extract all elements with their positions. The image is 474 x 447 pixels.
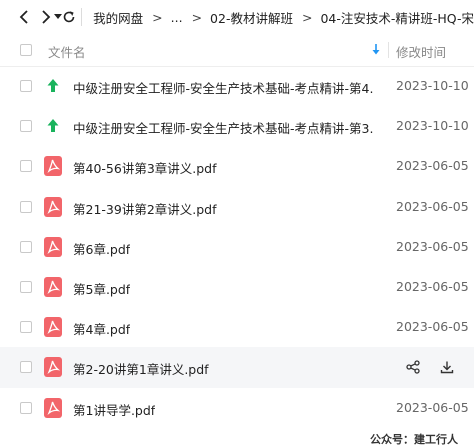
breadcrumb-separator: > (301, 9, 313, 25)
file-row[interactable]: 中级注册安全工程师-安全生产技术基础-考点精讲-第4... 2023-10-10… (0, 66, 474, 106)
forward-button[interactable] (39, 0, 53, 34)
file-name[interactable]: 中级注册安全工程师-安全生产技术基础-考点精讲-第4... (73, 78, 373, 97)
file-list: 中级注册安全工程师-安全生产技术基础-考点精讲-第4... 2023-10-10… (0, 66, 474, 428)
pdf-icon (44, 276, 62, 297)
file-name[interactable]: 第6章.pdf (73, 239, 130, 258)
pdf-icon (44, 196, 62, 217)
file-modified-date: 2023-10-10 16 (396, 78, 474, 93)
history-dropdown[interactable] (53, 0, 62, 34)
file-name[interactable]: 第5章.pdf (73, 279, 130, 298)
column-divider[interactable] (388, 42, 389, 58)
back-button[interactable] (14, 0, 33, 34)
pdf-icon (44, 317, 62, 338)
row-checkbox[interactable] (20, 401, 32, 414)
caret-down-icon (53, 14, 62, 19)
refresh-icon (64, 11, 75, 23)
row-checkbox[interactable] (20, 200, 32, 213)
sort-arrow-icon[interactable] (372, 43, 380, 58)
row-checkbox[interactable] (20, 280, 32, 293)
file-row[interactable]: 中级注册安全工程师-安全生产技术基础-考点精讲-第3... 2023-10-10… (0, 106, 474, 146)
row-checkbox[interactable] (20, 240, 32, 253)
file-row[interactable]: 第5章.pdf 2023-06-05 1 (0, 267, 474, 307)
watermark-text: 公众号：建工行人 (370, 433, 458, 446)
pdf-icon (44, 156, 62, 177)
file-row[interactable]: 第21-39讲第2章讲义.pdf 2023-06-05 1 (0, 187, 474, 227)
upload-arrow-icon (44, 76, 62, 96)
navigation-toolbar: 我的网盘 > ... > 02-教材讲解班 > 04-注安技术-精讲班-HQ-宋 (0, 0, 474, 34)
file-name[interactable]: 第4章.pdf (73, 319, 130, 338)
breadcrumb-item-ellipsis[interactable]: ... (171, 10, 183, 25)
column-header-modified[interactable]: 修改时间 (396, 42, 446, 61)
select-all-checkbox[interactable] (20, 44, 32, 56)
file-modified-date: 2023-06-05 1 (396, 278, 474, 294)
pdf-icon (44, 357, 62, 378)
refresh-button[interactable] (62, 0, 76, 34)
file-modified-date: 2023-06-05 1 (396, 158, 474, 174)
file-row-hovered[interactable]: 第2-20讲第1章讲义.pdf (0, 347, 474, 388)
pdf-icon (44, 397, 62, 418)
breadcrumb-item-current[interactable]: 04-注安技术-精讲班-HQ-宋 (320, 8, 474, 27)
row-checkbox[interactable] (20, 80, 32, 92)
file-modified-date: 2023-06-05 1 (396, 238, 474, 254)
upload-arrow-icon (44, 116, 62, 136)
file-list-header: 文件名 修改时间 (0, 34, 474, 67)
toolbar-divider (80, 8, 82, 26)
breadcrumb-separator: > (191, 9, 203, 25)
breadcrumb-item-root[interactable]: 我的网盘 (93, 8, 143, 27)
row-checkbox[interactable] (20, 361, 32, 374)
breadcrumb-item-folder[interactable]: 02-教材讲解班 (210, 8, 293, 27)
breadcrumb-separator: > (152, 9, 163, 25)
file-row[interactable]: 第1讲导学.pdf 2023-06-05 1 (0, 388, 474, 428)
row-checkbox[interactable] (20, 321, 32, 334)
file-name[interactable]: 第1讲导学.pdf (73, 400, 155, 419)
file-modified-date: 2023-10-10 16 (396, 118, 474, 134)
file-name[interactable]: 中级注册安全工程师-安全生产技术基础-考点精讲-第3... (73, 118, 373, 137)
chevron-right-icon (42, 10, 51, 24)
file-row[interactable]: 第6章.pdf 2023-06-05 1 (0, 227, 474, 267)
row-checkbox[interactable] (20, 160, 32, 173)
share-icon[interactable] (404, 358, 422, 376)
file-name[interactable]: 第40-56讲第3章讲义.pdf (73, 158, 217, 177)
file-name[interactable]: 第2-20讲第1章讲义.pdf (73, 359, 209, 378)
file-modified-date: 2023-06-05 1 (396, 198, 474, 214)
pdf-icon (44, 236, 62, 257)
column-header-name[interactable]: 文件名 (48, 42, 86, 61)
file-row[interactable]: 第4章.pdf 2023-06-05 1 (0, 307, 474, 347)
file-modified-date: 2023-06-05 1 (396, 319, 474, 335)
download-icon[interactable] (438, 358, 456, 376)
file-name[interactable]: 第21-39讲第2章讲义.pdf (73, 199, 217, 218)
file-modified-date: 2023-06-05 1 (396, 399, 474, 415)
file-row[interactable]: 第40-56讲第3章讲义.pdf 2023-06-05 1 (0, 146, 474, 186)
row-checkbox[interactable] (20, 120, 32, 133)
chevron-left-icon (19, 10, 28, 24)
